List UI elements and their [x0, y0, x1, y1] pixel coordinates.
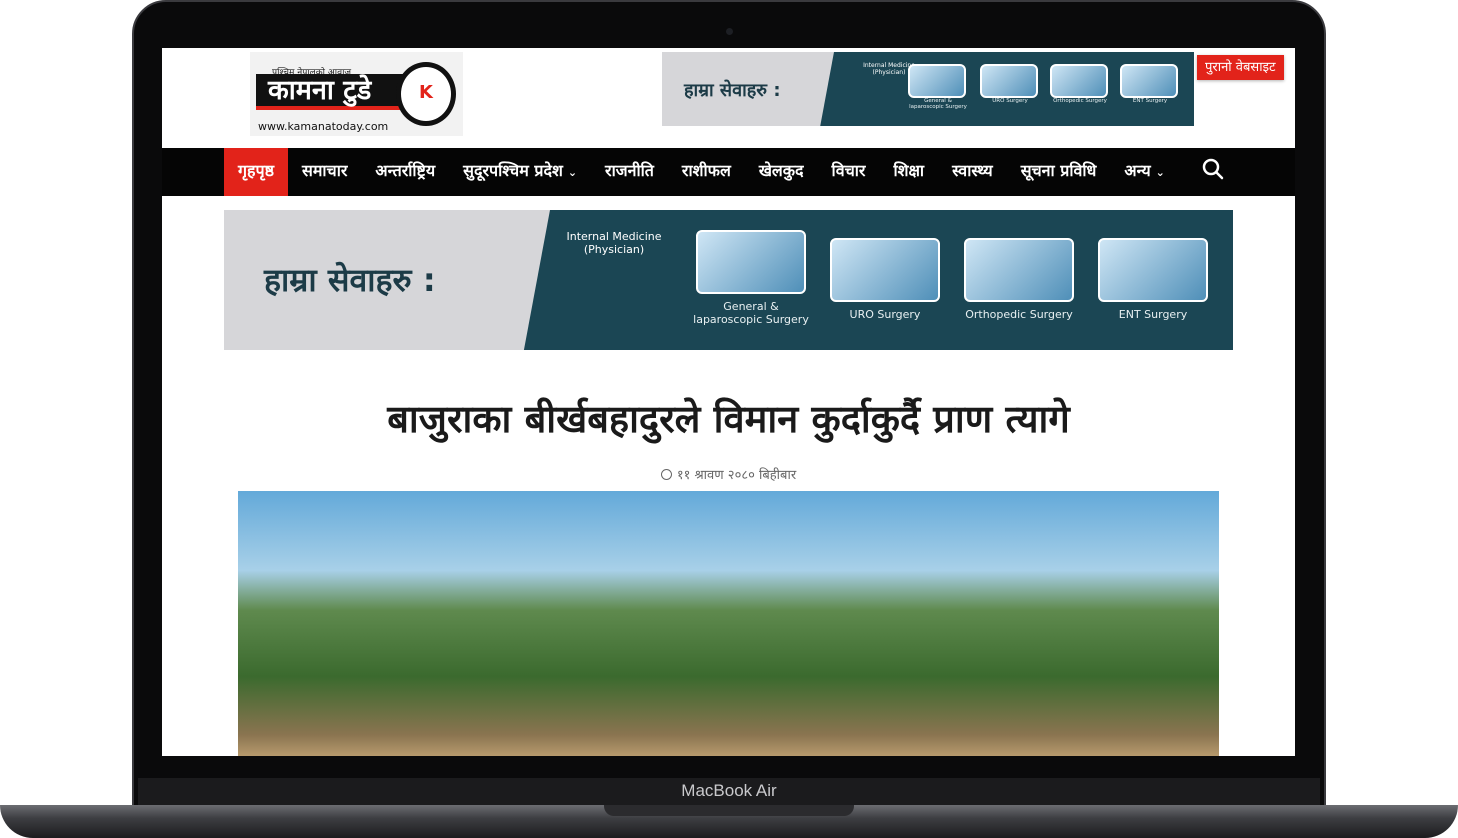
chevron-down-icon: ⌄ — [567, 166, 578, 179]
browser-screen: पश्चिम नेपालको आवाज कामना टुडे www.kaman… — [162, 48, 1295, 756]
ad-service: ENT Surgery — [1090, 238, 1216, 321]
article-meta: ११ श्रावण २०८० बिहीबार — [162, 465, 1295, 483]
device-label: MacBook Air — [681, 781, 777, 800]
surgery-image — [1120, 64, 1178, 98]
surgery-image — [980, 64, 1038, 98]
nav-item-home[interactable]: गृहपृष्ठ — [224, 148, 289, 196]
nav-item-education[interactable]: शिक्षा — [879, 148, 938, 196]
nav-item-news[interactable]: समाचार — [288, 148, 361, 196]
main-ad-banner[interactable]: हाम्रा सेवाहरु : Internal Medicine (Phys… — [224, 210, 1233, 350]
nav-item-it[interactable]: सूचना प्रविधि — [1007, 148, 1111, 196]
old-website-button[interactable]: पुरानो वेबसाइट — [1197, 55, 1284, 80]
ad-service: General & laparoscopic Surgery — [688, 230, 814, 326]
chevron-down-icon: ⌄ — [1155, 166, 1165, 179]
camera-icon — [726, 28, 733, 35]
nav-item-politics[interactable]: राजनीति — [591, 148, 668, 196]
search-icon[interactable] — [1202, 158, 1224, 180]
nav-item-other[interactable]: अन्य ⌄ — [1110, 148, 1178, 196]
ad-service: General & laparoscopic Surgery — [908, 64, 968, 110]
ad-heading: हाम्रा सेवाहरु : — [264, 261, 436, 299]
ad-service: Orthopedic Surgery — [956, 238, 1082, 321]
logo-url: www.kamanatoday.com — [258, 120, 389, 133]
nav-item-sports[interactable]: खेलकुद — [745, 148, 818, 196]
surgery-image — [1098, 238, 1208, 302]
ad-service: ENT Surgery — [1120, 64, 1180, 104]
surgery-image — [830, 238, 940, 302]
article-featured-image — [238, 491, 1219, 756]
laptop-notch — [604, 805, 854, 816]
ad-service: URO Surgery — [980, 64, 1040, 104]
ad-service: Orthopedic Surgery — [1050, 64, 1110, 104]
surgery-image — [908, 64, 966, 98]
tv-logo-icon: K — [396, 62, 456, 126]
nav-item-opinion[interactable]: विचार — [818, 148, 880, 196]
header-ad-banner[interactable]: हाम्रा सेवाहरु : Internal Medicine (Phys… — [662, 52, 1194, 126]
nav-item-international[interactable]: अन्तर्राष्ट्रिय — [361, 148, 449, 196]
ad-service: URO Surgery — [822, 238, 948, 321]
site-logo[interactable]: पश्चिम नेपालको आवाज कामना टुडे www.kaman… — [250, 52, 463, 136]
nav-item-sudurpashchim[interactable]: सुदूरपश्चिम प्रदेश ⌄ — [449, 148, 591, 196]
nav-item-health[interactable]: स्वास्थ्य — [938, 148, 1007, 196]
ad-internal-medicine: Internal Medicine (Physician) — [566, 230, 662, 256]
clock-icon — [660, 469, 672, 480]
article-date: ११ श्रावण २०८० बिहीबार — [676, 468, 797, 483]
article-title: बाजुराका बीर्खबहादुरले विमान कुर्दाकुर्द… — [387, 397, 1070, 441]
laptop-mockup: पश्चिम नेपालको आवाज कामना टुडे www.kaman… — [0, 0, 1458, 838]
main-nav: गृहपृष्ठ समाचार अन्तर्राष्ट्रिय सुदूरपश्… — [162, 148, 1295, 196]
surgery-image — [696, 230, 806, 294]
surgery-image — [964, 238, 1074, 302]
surgery-image — [1050, 64, 1108, 98]
nav-item-horoscope[interactable]: राशीफल — [668, 148, 745, 196]
ad-heading: हाम्रा सेवाहरु : — [684, 80, 781, 101]
